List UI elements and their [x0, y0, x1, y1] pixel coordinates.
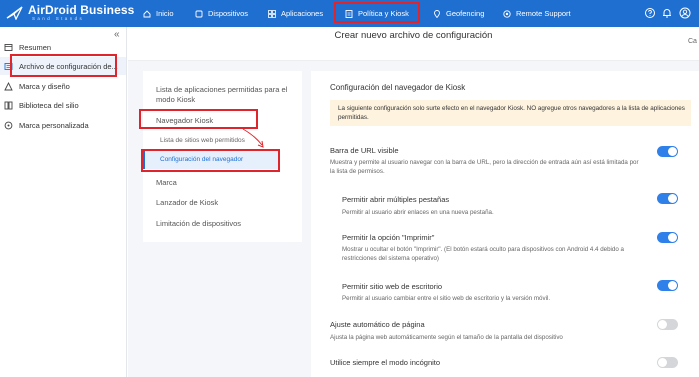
setting-title-incognito: Utilice siempre el modo incógnito [330, 358, 441, 367]
page-title: Crear nuevo archivo de configuración [334, 30, 493, 41]
cancel-link[interactable]: Ca [688, 38, 697, 45]
toggle-knob [658, 320, 667, 329]
devices-icon [195, 10, 203, 18]
nav-label: Geofencing [446, 9, 485, 18]
sidebar-item-label: Biblioteca del silio [19, 100, 79, 110]
overview-icon [4, 43, 13, 52]
nav-item-aplicaciones[interactable]: Aplicaciones [268, 0, 323, 27]
nav-item-geofencing[interactable]: Geofencing [433, 0, 484, 27]
library-icon [4, 101, 13, 110]
custom-brand-icon [4, 121, 13, 130]
home-icon [143, 9, 151, 18]
toggle-knob [668, 194, 677, 203]
toggle-print[interactable] [657, 232, 678, 243]
toggle-incognito[interactable] [657, 357, 678, 368]
toggle-multiple-tabs[interactable] [657, 193, 678, 204]
config-menu-item-marca[interactable]: Marca [156, 178, 177, 188]
brand-design-icon [4, 81, 13, 91]
remote-support-icon [503, 9, 511, 18]
apps-icon [268, 9, 276, 18]
sidebar-item-biblioteca[interactable]: Biblioteca del silio [0, 96, 126, 114]
sidebar-item-marca-diseno[interactable]: Marca y diseño [0, 77, 126, 95]
user-icon[interactable] [679, 7, 691, 19]
airdroid-logo-icon [6, 6, 23, 20]
config-menu-item-sitios-permitidos[interactable]: Lista de sitios web permitidos [160, 137, 245, 144]
brand-subtitle: Sand Stands [32, 16, 85, 21]
toggle-auto-fit[interactable] [657, 319, 678, 330]
setting-title-multiple-tabs: Permitir abrir múltiples pestañas [342, 195, 450, 204]
highlight-box-kiosk-browser [139, 109, 258, 129]
sidebar-item-label: Resumen [19, 42, 52, 52]
toggle-knob [668, 281, 677, 290]
setting-desc-auto-fit: Ajusta la página web automáticamente seg… [330, 334, 563, 341]
toggle-knob [658, 358, 667, 367]
config-menu-item-app-allowlist[interactable]: Lista de aplicaciones permitidas para el… [156, 85, 296, 105]
setting-desc-url-bar: Muestra y permite al usuario navegar con… [330, 159, 639, 175]
panel-title: Configuración del navegador de Kiosk [330, 83, 466, 92]
setting-title-auto-fit: Ajuste automático de página [330, 320, 425, 329]
bell-icon[interactable] [661, 7, 673, 19]
nav-item-inicio[interactable]: Inicio [143, 0, 174, 27]
sidebar-item-label: Marca personalizada [19, 120, 89, 130]
setting-desc-multiple-tabs: Permitir al usuario abrir enlaces en una… [342, 209, 494, 216]
highlight-box-policy [334, 2, 420, 23]
setting-title-print: Permitir la opción "Imprimir" [342, 233, 435, 242]
nav-item-dispositivos[interactable]: Dispositivos [195, 0, 248, 27]
nav-label: Aplicaciones [281, 9, 324, 18]
highlight-box-browser-config [141, 149, 280, 172]
setting-title-url-bar: Barra de URL visible [330, 146, 399, 155]
highlight-box-config-file [10, 54, 117, 77]
toggle-knob [668, 233, 677, 242]
toggle-url-bar[interactable] [657, 146, 678, 157]
notice-text: La siguiente configuración solo surte ef… [338, 105, 685, 121]
config-menu-item-limitacion-dispositivos[interactable]: Limitación de dispositivos [156, 219, 241, 229]
toggle-desktop-site[interactable] [657, 280, 678, 291]
location-icon [433, 9, 441, 18]
setting-title-desktop-site: Permitir sitio web de escritorio [342, 282, 443, 291]
help-icon[interactable] [644, 7, 656, 19]
sidebar-item-marca-personalizada[interactable]: Marca personalizada [0, 116, 126, 134]
nav-label: Remote Support [516, 9, 571, 18]
config-menu-item-lanzador-kiosk[interactable]: Lanzador de Kiosk [156, 198, 218, 208]
nav-label: Dispositivos [208, 9, 249, 18]
toggle-knob [668, 147, 677, 156]
setting-desc-desktop-site: Permitir al usuario cambiar entre el sit… [342, 295, 551, 302]
nav-label: Inicio [156, 9, 174, 18]
nav-item-remote-support[interactable]: Remote Support [503, 0, 571, 27]
brand-name: AirDroid Business [28, 3, 135, 17]
sidebar-item-label: Marca y diseño [19, 81, 70, 91]
setting-desc-print: Mostrar u ocultar el botón "Imprimir". (… [342, 246, 624, 262]
